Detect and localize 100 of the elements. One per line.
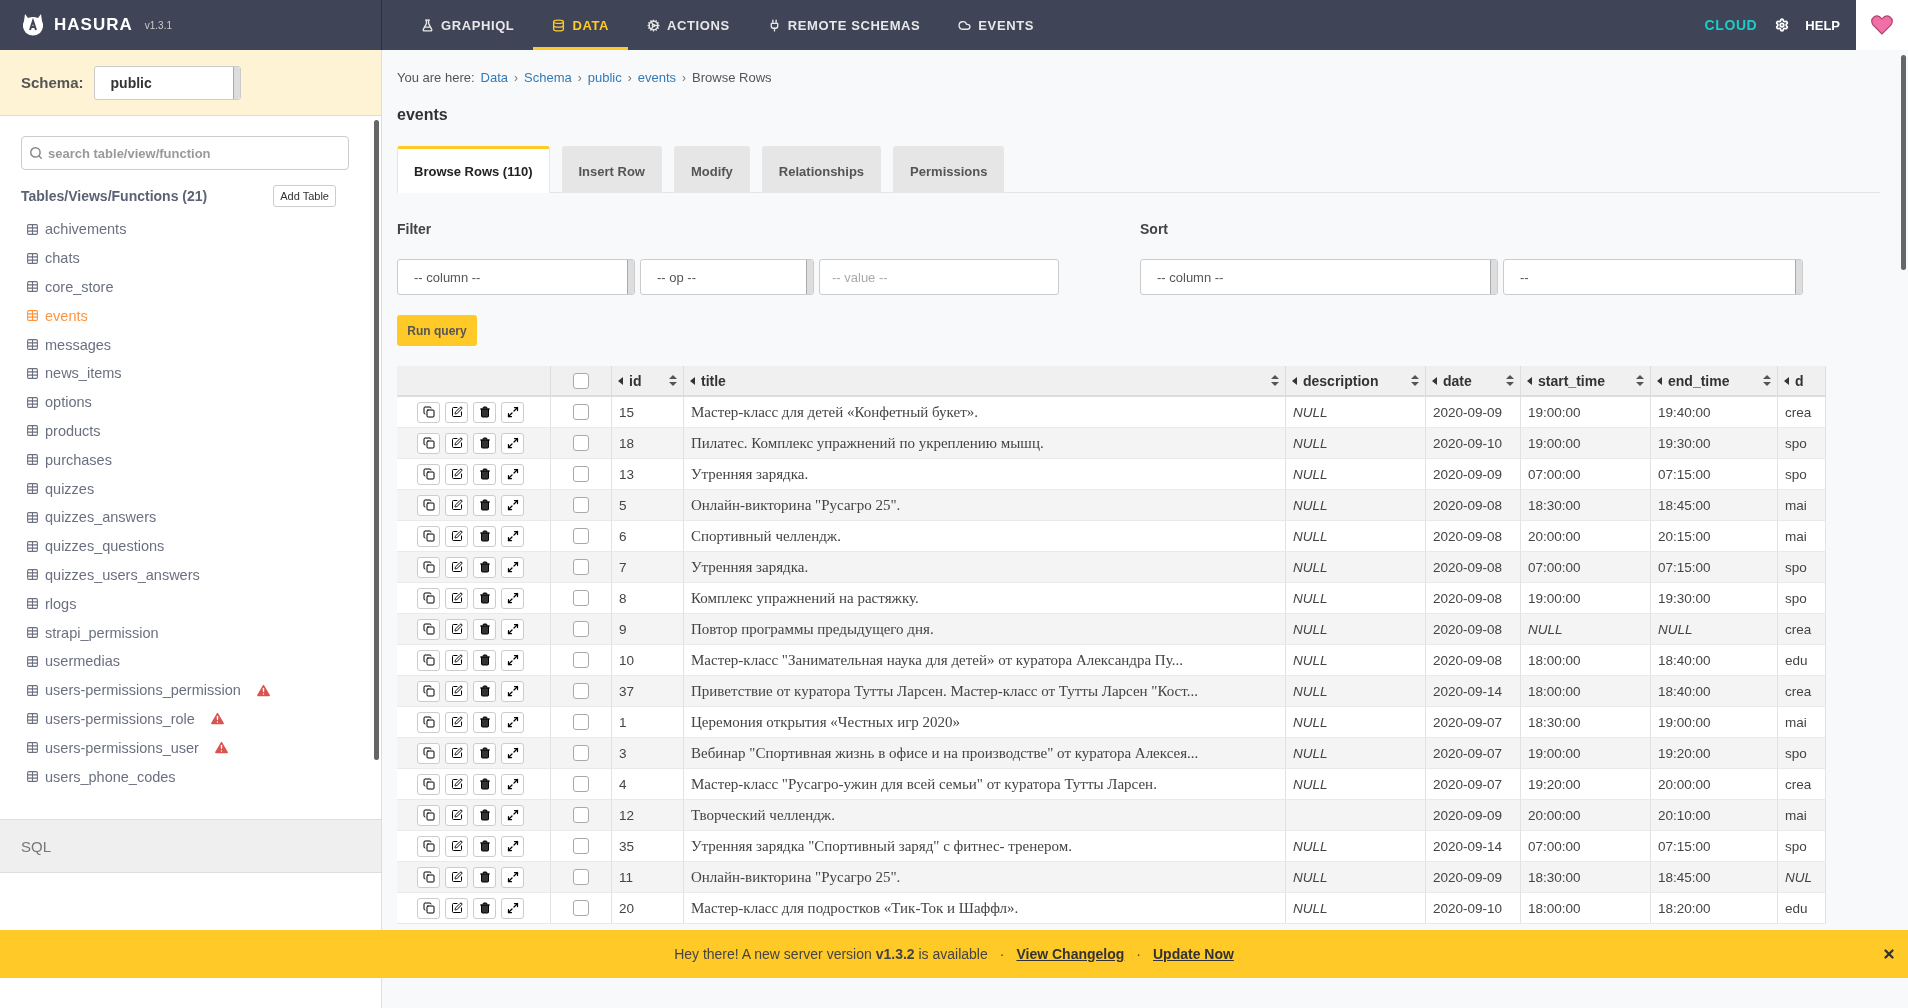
table-link[interactable]: quizzes — [21, 474, 381, 503]
row-checkbox[interactable] — [573, 652, 589, 668]
edit-button[interactable] — [445, 525, 468, 547]
sort-order-select[interactable]: -- — [1503, 259, 1803, 295]
tab[interactable]: Modify — [673, 146, 750, 193]
clone-button[interactable] — [417, 401, 440, 423]
sort-icon[interactable] — [1506, 375, 1514, 386]
sort-icon[interactable] — [1636, 375, 1644, 386]
expand-button[interactable] — [501, 463, 524, 485]
cloud-link[interactable]: CLOUD — [1686, 17, 1776, 33]
column-header[interactable]: title — [684, 366, 1286, 397]
expand-button[interactable] — [501, 649, 524, 671]
table-link[interactable]: news_items — [21, 359, 381, 388]
clone-button[interactable] — [417, 525, 440, 547]
column-header[interactable]: start_time — [1521, 366, 1651, 397]
edit-button[interactable] — [445, 463, 468, 485]
clone-button[interactable] — [417, 773, 440, 795]
run-query-button[interactable]: Run query — [397, 315, 477, 346]
edit-button[interactable] — [445, 897, 468, 919]
delete-button[interactable] — [473, 649, 496, 671]
delete-button[interactable] — [473, 742, 496, 764]
edit-button[interactable] — [445, 649, 468, 671]
clone-button[interactable] — [417, 866, 440, 888]
row-checkbox[interactable] — [573, 838, 589, 854]
delete-button[interactable] — [473, 835, 496, 857]
table-link[interactable]: achivements — [21, 215, 381, 244]
column-header[interactable]: date — [1426, 366, 1521, 397]
collapse-icon[interactable] — [1432, 376, 1437, 385]
select-all-checkbox[interactable] — [573, 372, 589, 389]
edit-button[interactable] — [445, 432, 468, 454]
delete-button[interactable] — [473, 525, 496, 547]
clone-button[interactable] — [417, 711, 440, 733]
row-checkbox[interactable] — [573, 435, 589, 451]
edit-button[interactable] — [445, 587, 468, 609]
clone-button[interactable] — [417, 835, 440, 857]
scrollbar[interactable] — [374, 120, 379, 760]
clone-button[interactable] — [417, 680, 440, 702]
row-checkbox[interactable] — [573, 404, 589, 420]
expand-button[interactable] — [501, 711, 524, 733]
table-link[interactable]: messages — [21, 330, 381, 359]
expand-button[interactable] — [501, 494, 524, 516]
row-checkbox[interactable] — [573, 683, 589, 699]
edit-button[interactable] — [445, 742, 468, 764]
sql-link[interactable]: SQL — [0, 819, 381, 873]
edit-button[interactable] — [445, 680, 468, 702]
row-checkbox[interactable] — [573, 714, 589, 730]
nav-tab[interactable]: GRAPHIQL — [402, 0, 534, 50]
breadcrumb-link[interactable]: public — [587, 70, 622, 85]
edit-button[interactable] — [445, 804, 468, 826]
clone-button[interactable] — [417, 649, 440, 671]
row-checkbox[interactable] — [573, 590, 589, 606]
delete-button[interactable] — [473, 618, 496, 640]
tab[interactable]: Permissions — [893, 146, 1005, 193]
row-checkbox[interactable] — [573, 621, 589, 637]
expand-button[interactable] — [501, 525, 524, 547]
expand-button[interactable] — [501, 432, 524, 454]
clone-button[interactable] — [417, 556, 440, 578]
operator-select[interactable]: -- op -- — [640, 259, 814, 295]
delete-button[interactable] — [473, 401, 496, 423]
close-button[interactable] — [1882, 947, 1896, 961]
delete-button[interactable] — [473, 711, 496, 733]
collapse-icon[interactable] — [690, 376, 695, 385]
table-link[interactable]: purchases — [21, 445, 381, 475]
banner-link[interactable]: Update Now — [1153, 946, 1234, 962]
expand-button[interactable] — [501, 835, 524, 857]
breadcrumb-link[interactable]: Schema — [524, 70, 572, 85]
row-checkbox[interactable] — [573, 466, 589, 482]
sort-column-select[interactable]: -- column -- — [1140, 259, 1498, 295]
table-link[interactable]: quizzes_users_answers — [21, 560, 381, 590]
delete-button[interactable] — [473, 494, 496, 516]
collapse-icon[interactable] — [1657, 376, 1662, 385]
row-checkbox[interactable] — [573, 528, 589, 544]
heart-button[interactable] — [1856, 0, 1908, 50]
column-header[interactable]: id — [612, 366, 684, 397]
table-link[interactable]: rlogs — [21, 589, 381, 619]
schema-select[interactable]: public — [93, 65, 241, 100]
breadcrumb-link[interactable]: events — [637, 70, 677, 85]
table-link[interactable]: products — [21, 416, 381, 446]
table-link[interactable]: chats — [21, 243, 381, 273]
clone-button[interactable] — [417, 587, 440, 609]
expand-button[interactable] — [501, 680, 524, 702]
collapse-icon[interactable] — [1784, 376, 1789, 385]
row-checkbox[interactable] — [573, 497, 589, 513]
delete-button[interactable] — [473, 773, 496, 795]
delete-button[interactable] — [473, 680, 496, 702]
delete-button[interactable] — [473, 463, 496, 485]
breadcrumb-link[interactable]: Data — [480, 70, 509, 85]
table-link[interactable]: options — [21, 387, 381, 417]
sort-icon[interactable] — [1411, 375, 1419, 386]
edit-button[interactable] — [445, 556, 468, 578]
table-link[interactable]: core_store — [21, 272, 381, 302]
column-header[interactable]: description — [1286, 366, 1426, 397]
nav-tab[interactable]: ACTIONS — [628, 0, 749, 50]
clone-button[interactable] — [417, 463, 440, 485]
search-field[interactable]: search table/view/function — [21, 136, 349, 170]
expand-button[interactable] — [501, 742, 524, 764]
sort-icon[interactable] — [1271, 375, 1279, 386]
table-link[interactable]: quizzes_answers — [21, 502, 381, 532]
expand-button[interactable] — [501, 618, 524, 640]
column-select[interactable]: -- column -- — [397, 259, 635, 295]
